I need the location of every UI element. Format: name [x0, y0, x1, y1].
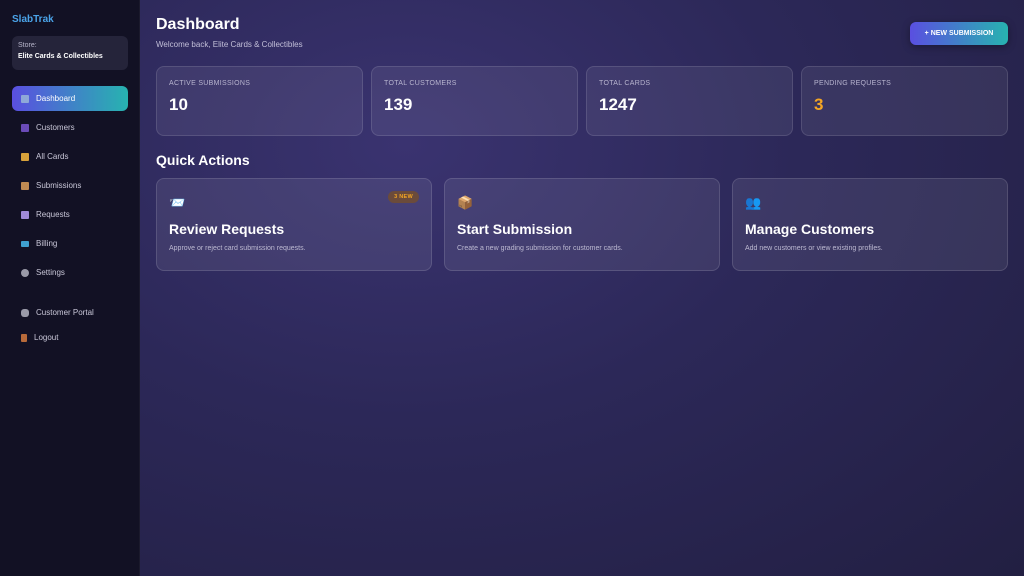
- link-icon: [21, 308, 29, 317]
- page-title: Dashboard: [156, 16, 240, 33]
- credit-card-icon: [21, 240, 29, 247]
- sidebar-item-submissions[interactable]: Submissions: [12, 173, 128, 198]
- stat-value: 10: [169, 95, 188, 114]
- main-content: Dashboard Welcome back, Elite Cards & Co…: [140, 0, 1024, 576]
- action-title: Review Requests: [169, 221, 285, 237]
- stat-label: TOTAL CARDS: [599, 80, 651, 87]
- stat-label: ACTIVE SUBMISSIONS: [169, 80, 251, 87]
- store-name: Elite Cards & Collectibles: [18, 53, 103, 60]
- chart-icon: [21, 94, 29, 103]
- sidebar-item-label: Submissions: [36, 181, 82, 190]
- new-submission-button[interactable]: + NEW SUBMISSION: [910, 22, 1008, 45]
- sidebar-item-label: All Cards: [36, 152, 69, 161]
- action-description: Add new customers or view existing profi…: [745, 245, 883, 252]
- stat-label: TOTAL CUSTOMERS: [384, 80, 457, 87]
- users-icon: 👥: [745, 195, 762, 210]
- action-card-review-requests[interactable]: 3 NEW 📨 Review Requests Approve or rejec…: [156, 178, 432, 271]
- page-subtitle: Welcome back, Elite Cards & Collectibles: [156, 40, 303, 49]
- new-requests-badge: 3 NEW: [388, 191, 419, 203]
- cards-icon: [21, 152, 29, 161]
- sidebar-item-label: Customers: [36, 123, 75, 132]
- sidebar-item-all-cards[interactable]: All Cards: [12, 144, 128, 169]
- action-description: Approve or reject card submission reques…: [169, 245, 306, 252]
- sidebar-item-label: Requests: [36, 210, 70, 219]
- gear-icon: [21, 268, 29, 277]
- stat-card-total-customers: TOTAL CUSTOMERS 139: [371, 66, 578, 136]
- package-icon: [21, 181, 29, 190]
- inbox-icon: [21, 210, 29, 219]
- action-card-manage-customers[interactable]: 👥 Manage Customers Add new customers or …: [732, 178, 1008, 271]
- sidebar-item-label: Logout: [34, 333, 59, 342]
- sidebar-item-customers[interactable]: Customers: [12, 115, 128, 140]
- package-icon: 📦: [457, 195, 474, 210]
- sidebar-item-label: Dashboard: [36, 94, 76, 103]
- sidebar-item-label: Billing: [36, 239, 58, 248]
- action-title: Start Submission: [457, 221, 573, 237]
- sidebar-item-settings[interactable]: Settings: [12, 260, 128, 285]
- sidebar-item-logout[interactable]: Logout: [12, 325, 128, 350]
- sidebar: SlabTrak Store: Elite Cards & Collectibl…: [0, 0, 140, 576]
- sidebar-item-billing[interactable]: Billing: [12, 231, 128, 256]
- action-title: Manage Customers: [745, 221, 875, 237]
- sidebar-item-requests[interactable]: Requests: [12, 202, 128, 227]
- brand-logo[interactable]: SlabTrak: [12, 14, 54, 25]
- sidebar-item-label: Customer Portal: [36, 308, 94, 317]
- door-icon: [21, 333, 27, 342]
- sidebar-item-customer-portal[interactable]: Customer Portal: [12, 300, 128, 325]
- stat-card-total-cards: TOTAL CARDS 1247: [586, 66, 793, 136]
- section-title-quick-actions: Quick Actions: [156, 152, 250, 168]
- store-label: Store:: [18, 42, 37, 49]
- stat-value: 1247: [599, 95, 637, 114]
- sidebar-item-dashboard[interactable]: Dashboard: [12, 86, 128, 111]
- stat-card-active-submissions: ACTIVE SUBMISSIONS 10: [156, 66, 363, 136]
- action-description: Create a new grading submission for cust…: [457, 245, 623, 252]
- stat-value: 3: [814, 95, 824, 114]
- store-info: Store: Elite Cards & Collectibles: [12, 36, 128, 70]
- stat-card-pending-requests: PENDING REQUESTS 3: [801, 66, 1008, 136]
- incoming-envelope-icon: 📨: [169, 195, 186, 210]
- users-icon: [21, 123, 29, 132]
- stat-label: PENDING REQUESTS: [814, 80, 892, 87]
- action-card-start-submission[interactable]: 📦 Start Submission Create a new grading …: [444, 178, 720, 271]
- stat-value: 139: [384, 95, 413, 114]
- sidebar-item-label: Settings: [36, 268, 65, 277]
